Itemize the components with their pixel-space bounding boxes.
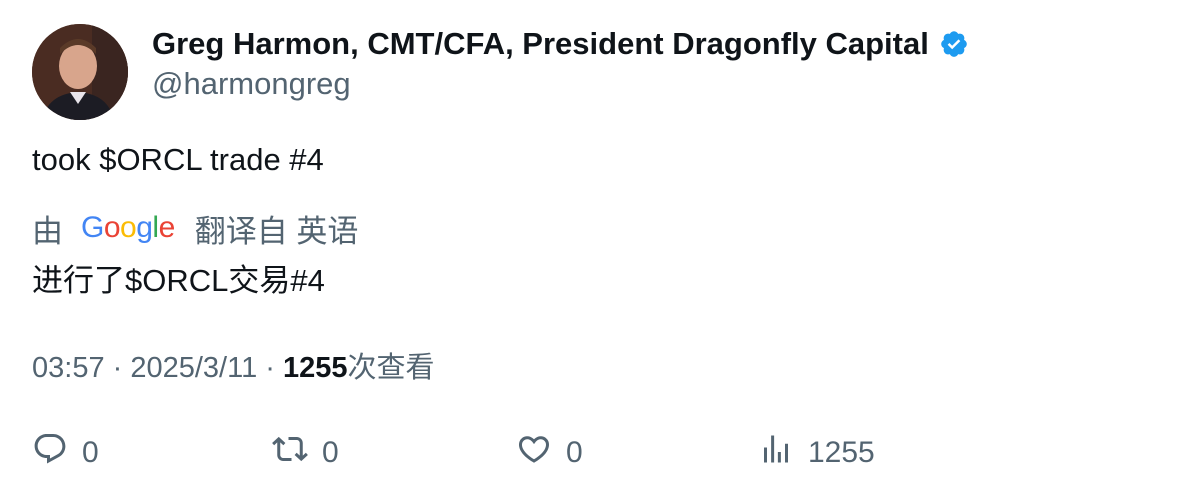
meta-separator: · (104, 352, 131, 384)
like-button[interactable]: 0 (516, 428, 583, 478)
translation-suffix: 翻译自 英语 (194, 213, 359, 249)
views-action-count: 1255 (808, 436, 875, 469)
tweet-text: took $ORCL trade #4 (32, 142, 324, 177)
translation-attribution: 由 Google 翻译自 英语 (32, 206, 358, 250)
views-count: 1255 (283, 352, 348, 384)
verified-badge-icon[interactable] (939, 29, 969, 59)
avatar[interactable] (32, 24, 128, 120)
action-bar: 0 0 0 1255 (32, 428, 1172, 478)
tweet-time[interactable]: 03:57 (32, 352, 105, 384)
avatar-image (32, 24, 128, 120)
tweet-date[interactable]: 2025/3/11 (130, 352, 257, 384)
like-count: 0 (566, 436, 583, 469)
analytics-icon (758, 431, 794, 475)
handle[interactable]: @harmongreg (152, 66, 969, 102)
retweet-count: 0 (322, 436, 339, 469)
display-name[interactable]: Greg Harmon, CMT/CFA, President Dragonfl… (152, 26, 929, 62)
tweet-header: Greg Harmon, CMT/CFA, President Dragonfl… (32, 24, 969, 120)
meta-separator: · (257, 352, 284, 384)
reply-icon (32, 431, 68, 475)
retweet-button[interactable]: 0 (272, 428, 339, 478)
reply-count: 0 (82, 436, 99, 469)
views-button[interactable]: 1255 (758, 428, 875, 478)
translated-text: 进行了$ORCL交易#4 (32, 263, 325, 298)
retweet-icon (272, 431, 308, 475)
tweet-meta: 03:57 · 2025/3/11 · 1255次查看 (32, 344, 435, 386)
heart-icon (516, 431, 552, 475)
google-logo: Google (81, 211, 175, 244)
translation-prefix: 由 (32, 213, 63, 249)
views-label: 次查看 (347, 352, 435, 384)
reply-button[interactable]: 0 (32, 428, 99, 478)
